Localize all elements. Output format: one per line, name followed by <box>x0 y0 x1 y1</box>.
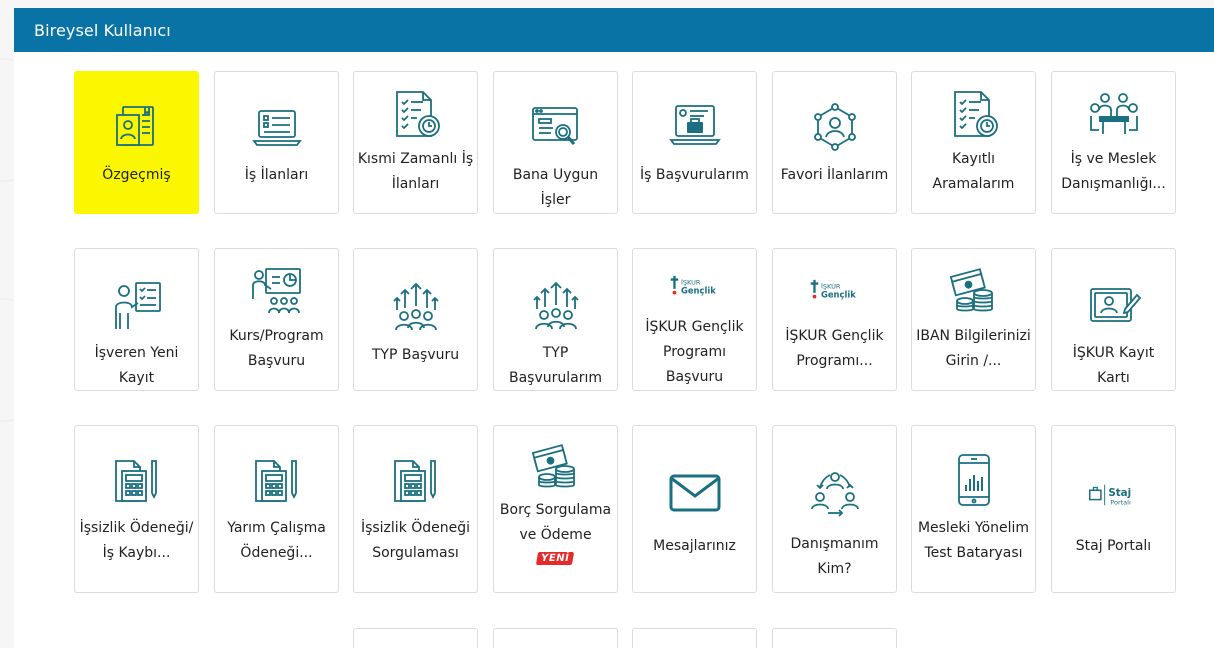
new-badge: YENİ <box>536 552 575 565</box>
tile-label: Staj Portalı <box>1075 538 1152 554</box>
tile-label: İŞKUR Gençlik Programı Başvuru <box>645 319 744 385</box>
calculator-doc-icon <box>109 452 165 508</box>
browser-search-icon <box>528 99 584 155</box>
id-card-pen-icon <box>1086 279 1142 333</box>
money-coins-icon <box>528 440 584 496</box>
tile-label: Kurs/Program Başvuru <box>229 328 324 369</box>
tile-yarim-calisma-odenegi[interactable]: Yarım Çalışma Ödeneği... <box>214 425 339 593</box>
money-coins-icon <box>946 264 1002 320</box>
meeting-table-icon <box>1086 87 1142 143</box>
tile-iskur-genclik-programi[interactable]: İŞKUR Gençlik İŞKUR Gençlik Programı... <box>772 248 897 391</box>
calculator-doc-icon <box>249 452 305 508</box>
tile-is-basvurularim[interactable]: İş Başvurularım <box>632 71 757 214</box>
tile-label: TYP Başvurularım <box>508 345 603 386</box>
envelope-icon <box>667 466 723 522</box>
tile-label: IBAN Bilgilerinizi Girin /... <box>916 328 1031 369</box>
tile-label: TYP Başvuru <box>371 347 460 363</box>
tile-label: İş ve Meslek Danışmanlığı... <box>1061 151 1166 192</box>
tile-label: İşsizlik Ödeneği/ İş Kaybı... <box>79 520 194 561</box>
tile-issizlik-odenegi[interactable]: İşsizlik Ödeneği/ İş Kaybı... <box>74 425 199 593</box>
tile-iban-bilgileri[interactable]: IBAN Bilgilerinizi Girin /... <box>911 248 1036 391</box>
tile-label: İşveren Yeni Kayıt <box>94 345 179 386</box>
tile-issizlik-odenegi-sorgulamasi[interactable]: İşsizlik Ödeneği Sorgulaması <box>353 425 478 593</box>
tile-label: İş İlanları <box>244 167 309 183</box>
tile-partial[interactable] <box>772 628 897 648</box>
tile-label: İŞKUR Kayıt Kartı <box>1072 345 1155 386</box>
tile-label: Danışmanım Kim? <box>790 536 879 577</box>
group-growth-icon <box>388 279 444 335</box>
tile-favori-ilanlarim[interactable]: Favori İlanlarım <box>772 71 897 214</box>
tile-typ-basvurularim[interactable]: TYP Başvurularım <box>493 248 618 391</box>
tile-iskur-kayit-karti[interactable]: İŞKUR Kayıt Kartı <box>1051 248 1176 391</box>
tile-staj-portali[interactable]: Staj Portalı Staj Portalı <box>1051 425 1176 593</box>
panel-header: Bireysel Kullanıcı <box>14 8 1214 52</box>
tile-label: Favori İlanlarım <box>780 167 889 183</box>
tile-mesleki-yonelim-testi[interactable]: Mesleki Yönelim Test Bataryası <box>911 425 1036 593</box>
smartphone-chart-icon <box>946 452 1002 508</box>
tile-kismi-zamanli[interactable]: Kısmi Zamanlı İş İlanları <box>353 71 478 214</box>
tile-label: İŞKUR Gençlik Programı... <box>785 328 884 369</box>
tile-label: Özgeçmiş <box>102 167 171 183</box>
tile-mesajlariniz[interactable]: Mesajlarınız <box>632 425 757 593</box>
tile-label: Kayıtlı Aramalarım <box>932 151 1015 192</box>
document-clock-icon <box>388 87 444 143</box>
tile-danismanim-kim[interactable]: Danışmanım Kim? <box>772 425 897 593</box>
tile-label: İş Başvurularım <box>640 167 749 183</box>
tile-kayitli-aramalarim[interactable]: Kayıtlı Aramalarım <box>911 71 1036 214</box>
laptop-briefcase-icon <box>667 99 723 155</box>
laptop-checklist-icon <box>249 99 305 155</box>
people-cycle-icon <box>807 464 863 520</box>
tile-label: Kısmi Zamanlı İş İlanları <box>357 151 474 192</box>
presenter-board-icon <box>109 279 165 333</box>
tile-partial[interactable] <box>632 628 757 648</box>
tile-label: Yarım Çalışma Ödeneği... <box>227 520 326 561</box>
tile-label: Mesleki Yönelim Test Bataryası <box>917 520 1030 561</box>
group-growth-icon <box>528 279 584 333</box>
svg-text:Gençlik: Gençlik <box>821 290 856 300</box>
tile-label: Mesajlarınız <box>653 538 736 554</box>
resume-icon <box>109 99 165 155</box>
tile-kurs-program-basvuru[interactable]: Kurs/Program Başvuru <box>214 248 339 391</box>
iskur-genclik-logo: İŞKUR Gençlik <box>807 264 863 320</box>
svg-text:Gençlik: Gençlik <box>681 285 716 295</box>
tile-is-ve-meslek-danismanligi[interactable]: İş ve Meslek Danışmanlığı... <box>1051 71 1176 214</box>
individual-user-panel: Bireysel Kullanıcı Özgeçmiş İş İlanları … <box>14 8 1214 648</box>
tile-isveren-yeni-kayit[interactable]: İşveren Yeni Kayıt <box>74 248 199 391</box>
tile-label: İşsizlik Ödeneği Sorgulaması <box>360 520 471 561</box>
tile-ozgecmis[interactable]: Özgeçmiş <box>74 71 199 214</box>
svg-text:Staj: Staj <box>1108 487 1131 499</box>
svg-text:Portalı: Portalı <box>1110 498 1131 506</box>
panel-title: Bireysel Kullanıcı <box>34 20 171 40</box>
tile-borc-sorgulama[interactable]: Borç Sorgulama ve Ödeme YENİ <box>493 425 618 593</box>
tile-partial[interactable] <box>493 628 618 648</box>
calculator-doc-icon <box>388 452 444 508</box>
network-person-icon <box>807 99 863 155</box>
staj-portal-logo: Staj Portalı <box>1086 466 1142 522</box>
tile-partial[interactable] <box>353 628 478 648</box>
tile-is-ilanlari[interactable]: İş İlanları <box>214 71 339 214</box>
tile-label: Bana Uygun İşler <box>512 167 599 208</box>
document-clock-icon <box>946 87 1002 143</box>
tile-bana-uygun-isler[interactable]: Bana Uygun İşler <box>493 71 618 214</box>
tile-label: Borç Sorgulama ve Ödeme <box>499 502 612 543</box>
training-chart-icon <box>249 264 305 320</box>
tile-iskur-genclik-basvuru[interactable]: İŞKUR Gençlik İŞKUR Gençlik Programı Baş… <box>632 248 757 391</box>
tile-typ-basvuru[interactable]: TYP Başvuru <box>353 248 478 391</box>
iskur-genclik-logo: İŞKUR Gençlik <box>667 264 723 311</box>
